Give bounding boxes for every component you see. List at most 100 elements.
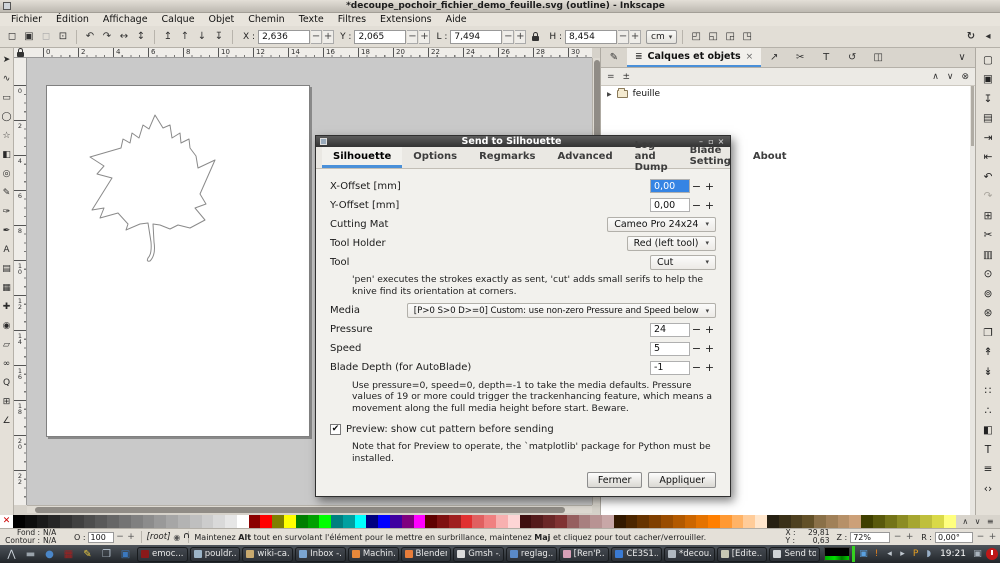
dock-tab-fill-stroke[interactable]: ✎ bbox=[601, 48, 627, 67]
palette-swatch[interactable] bbox=[661, 515, 673, 528]
menu-item[interactable]: Affichage bbox=[96, 13, 155, 26]
palette-scroll-down-icon[interactable]: ∨ bbox=[975, 517, 981, 526]
palette-swatch[interactable] bbox=[402, 515, 414, 528]
selector-tool[interactable]: ➤ bbox=[0, 50, 13, 69]
tray-volume-icon[interactable]: ◗ bbox=[922, 549, 935, 559]
lower-button[interactable]: ↓ bbox=[194, 29, 210, 45]
group-button[interactable]: ∷ bbox=[978, 382, 998, 402]
vertical-ruler[interactable]: 024681012141618202224 bbox=[14, 58, 27, 505]
unit-select[interactable]: cm ▾ bbox=[646, 30, 677, 44]
palette-swatch[interactable] bbox=[284, 515, 296, 528]
scale-pattern-toggle[interactable]: ◳ bbox=[739, 29, 755, 45]
zoom-width-button[interactable]: ⊛ bbox=[978, 304, 998, 324]
dialog-tab[interactable]: Options bbox=[402, 147, 468, 168]
dock-tab-snap[interactable]: ↗ bbox=[761, 52, 787, 63]
eraser-tool[interactable]: ▱ bbox=[0, 335, 13, 354]
cut-button[interactable]: ✂ bbox=[978, 226, 998, 246]
rectangle-tool[interactable]: ▭ bbox=[0, 88, 13, 107]
new-document-button[interactable]: ▢ bbox=[978, 50, 998, 70]
palette-menu-icon[interactable]: ≡ bbox=[987, 517, 994, 526]
bucket-tool[interactable]: ◉ bbox=[0, 316, 13, 335]
palette-swatch[interactable] bbox=[720, 515, 732, 528]
export-button[interactable]: ⇤ bbox=[978, 148, 998, 168]
palette-swatch[interactable] bbox=[779, 515, 791, 528]
select-all-button[interactable]: ◻ bbox=[4, 29, 20, 45]
zoom-plus-button[interactable]: + bbox=[905, 532, 914, 542]
zoom-drawing-button[interactable]: ⊙ bbox=[978, 265, 998, 285]
x-offset-minus-button[interactable]: − bbox=[690, 180, 703, 193]
duplicate-button[interactable]: ❐ bbox=[978, 323, 998, 343]
zoom-minus-button[interactable]: − bbox=[893, 532, 902, 542]
speed-plus-button[interactable]: + bbox=[703, 342, 716, 355]
undo-button[interactable]: ↶ bbox=[978, 167, 998, 187]
y-offset-input[interactable] bbox=[650, 198, 690, 212]
palette-swatch[interactable] bbox=[472, 515, 484, 528]
palette-swatch[interactable] bbox=[107, 515, 119, 528]
deselect-button[interactable]: ◻ bbox=[38, 29, 54, 45]
scale-corners-toggle[interactable]: ◱ bbox=[705, 29, 721, 45]
height-plus-button[interactable]: + bbox=[630, 30, 641, 44]
taskbar-task[interactable]: [Ren'P... bbox=[559, 547, 610, 562]
launcher-windows[interactable]: ❐ bbox=[97, 546, 116, 562]
palette-swatch[interactable] bbox=[296, 515, 308, 528]
palette-swatch[interactable] bbox=[649, 515, 661, 528]
palette-swatch[interactable] bbox=[496, 515, 508, 528]
palette-swatch[interactable] bbox=[213, 515, 225, 528]
launcher-display[interactable]: ▣ bbox=[116, 546, 135, 562]
blade-depth-input[interactable] bbox=[650, 361, 690, 375]
palette-swatch[interactable] bbox=[508, 515, 520, 528]
tray-left-icon[interactable]: ◂ bbox=[883, 549, 896, 559]
height-minus-button[interactable]: − bbox=[618, 30, 629, 44]
palette-swatch[interactable] bbox=[920, 515, 932, 528]
palette-swatch[interactable] bbox=[37, 515, 49, 528]
scale-stroke-toggle[interactable]: ◰ bbox=[688, 29, 704, 45]
expand-twisty-icon[interactable]: ▶ bbox=[607, 91, 612, 98]
palette-scroll-up-icon[interactable]: ∧ bbox=[962, 517, 968, 526]
palette-swatch[interactable] bbox=[626, 515, 638, 528]
palette-swatch[interactable] bbox=[331, 515, 343, 528]
blade-depth-minus-button[interactable]: − bbox=[690, 361, 703, 374]
launcher-media[interactable]: ▦ bbox=[59, 546, 78, 562]
height-input[interactable] bbox=[565, 30, 617, 44]
palette-swatch[interactable] bbox=[932, 515, 944, 528]
pages-tool[interactable]: ⊞ bbox=[0, 392, 13, 411]
horizontal-scrollbar[interactable] bbox=[27, 505, 592, 513]
tray-screen-icon[interactable]: ▣ bbox=[971, 549, 984, 559]
taskbar-task[interactable]: *decou... bbox=[664, 547, 715, 562]
zoom-input[interactable] bbox=[850, 532, 890, 543]
palette-swatch[interactable] bbox=[791, 515, 803, 528]
palette-swatch[interactable] bbox=[897, 515, 909, 528]
palette-swatch[interactable] bbox=[614, 515, 626, 528]
box3d-tool[interactable]: ◧ bbox=[0, 145, 13, 164]
palette-swatch[interactable] bbox=[543, 515, 555, 528]
palette-swatch[interactable] bbox=[308, 515, 320, 528]
taskbar-task[interactable]: Inbox -... bbox=[295, 547, 346, 562]
launcher-awesome[interactable]: ⋀ bbox=[2, 546, 21, 562]
launcher-browser[interactable]: ● bbox=[40, 546, 59, 562]
no-color-swatch[interactable]: ✕ bbox=[0, 515, 13, 528]
menu-item[interactable]: Chemin bbox=[241, 13, 291, 26]
raise-to-top-button[interactable]: ↥ bbox=[160, 29, 176, 45]
palette-swatch[interactable] bbox=[673, 515, 685, 528]
dialog-tab[interactable]: Silhouette bbox=[322, 147, 402, 168]
rotation-input[interactable] bbox=[935, 532, 973, 543]
cutting-mat-select[interactable]: Cameo Pro 24x24 ▾ bbox=[607, 217, 716, 232]
palette-swatch[interactable] bbox=[414, 515, 426, 528]
rotate-ccw-button[interactable]: ↶ bbox=[82, 29, 98, 45]
chevron-down-icon[interactable]: ∨ bbox=[949, 48, 975, 67]
palette-swatch[interactable] bbox=[767, 515, 779, 528]
x-offset-input[interactable] bbox=[650, 179, 690, 193]
dialog-tab[interactable]: Log and Dump bbox=[624, 147, 679, 168]
mesh-tool[interactable]: ▦ bbox=[0, 278, 13, 297]
node-tool[interactable]: ∿ bbox=[0, 69, 13, 88]
layers-dialog-button[interactable]: ≡ bbox=[978, 460, 998, 480]
palette-swatch[interactable] bbox=[743, 515, 755, 528]
palette-swatch[interactable] bbox=[449, 515, 461, 528]
power-button[interactable] bbox=[986, 548, 998, 560]
palette-swatch[interactable] bbox=[685, 515, 697, 528]
palette-swatch[interactable] bbox=[873, 515, 885, 528]
tab-layers-objects[interactable]: ≣ Calques et objets × bbox=[627, 48, 761, 67]
palette-swatch[interactable] bbox=[178, 515, 190, 528]
pencil-tool[interactable]: ✎ bbox=[0, 183, 13, 202]
menu-item[interactable]: Filtres bbox=[331, 13, 373, 26]
